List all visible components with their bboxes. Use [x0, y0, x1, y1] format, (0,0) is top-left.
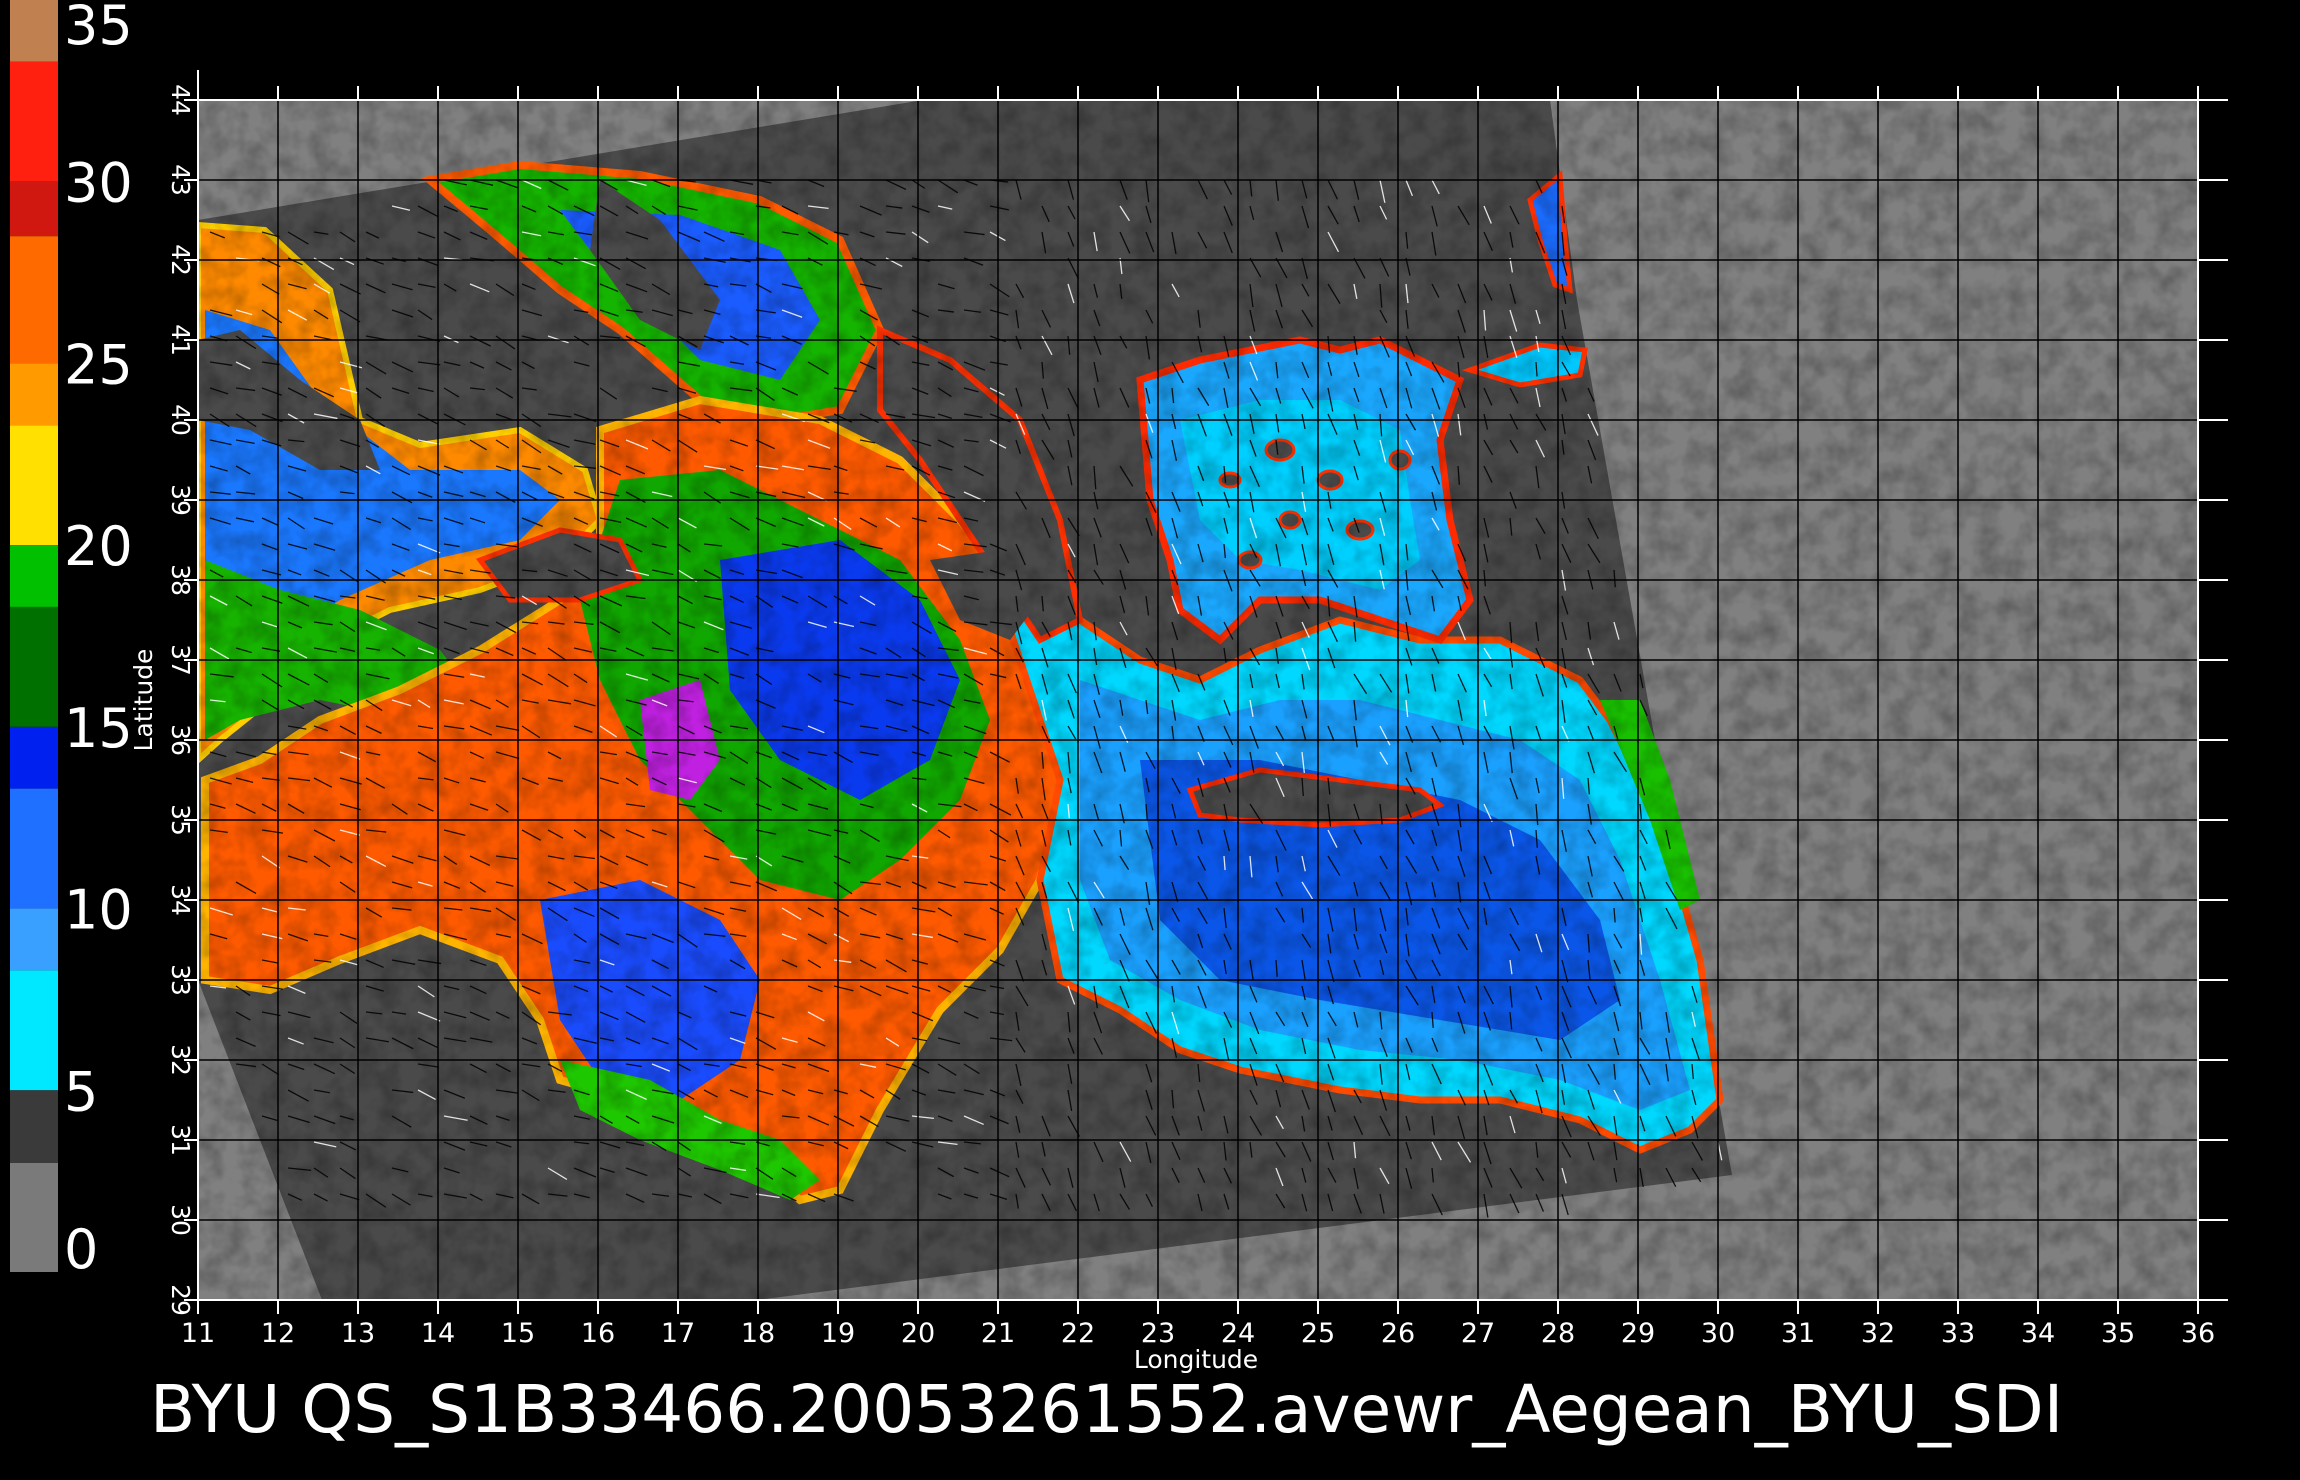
- lat-tick-label: 34: [166, 884, 195, 916]
- colorbar-segment: [10, 1090, 58, 1163]
- colorbar-segment: [10, 181, 58, 237]
- colorbar-segment: [10, 425, 58, 546]
- sea-texture: [198, 100, 2198, 1300]
- lat-tick-label: 33: [166, 964, 195, 996]
- colorbar-segment: [10, 908, 58, 971]
- lat-tick-label: 36: [166, 724, 195, 756]
- lon-tick-label: 25: [1301, 1318, 1335, 1349]
- lat-tick-label: 40: [166, 404, 195, 436]
- lon-tick-label: 28: [1541, 1318, 1575, 1349]
- lon-tick-label: 31: [1781, 1318, 1815, 1349]
- colorbar-label: 25: [64, 333, 133, 396]
- lat-tick-label: 44: [166, 84, 195, 116]
- wind-speed-map-figure: 35 30 25 20 15 10 5 0 11 12 13 14 15 16 17 18 1…: [10, 0, 2228, 1448]
- colorbar-segment: [10, 363, 58, 426]
- lat-tick-label: 35: [166, 804, 195, 836]
- lat-tick-label: 43: [166, 164, 195, 196]
- wind-speed-colorbar: 35 30 25 20 15 10 5 0: [10, 0, 133, 1281]
- lon-tick-label: 21: [981, 1318, 1015, 1349]
- colorbar-segment: [10, 606, 58, 727]
- lon-tick-label: 30: [1701, 1318, 1735, 1349]
- lon-tick-label: 16: [581, 1318, 615, 1349]
- lat-tick-label: 37: [166, 644, 195, 676]
- colorbar-segment: [10, 61, 58, 182]
- lat-tick-label: 42: [166, 244, 195, 276]
- colorbar-segment: [10, 788, 58, 909]
- colorbar-segment: [10, 236, 58, 364]
- x-axis-title: Longitude: [1134, 1345, 1258, 1374]
- y-axis-title: Latitude: [129, 649, 158, 752]
- lon-tick-label: 34: [2021, 1318, 2055, 1349]
- lon-tick-label: 29: [1621, 1318, 1655, 1349]
- colorbar-label: 10: [64, 879, 133, 942]
- lon-tick-label: 32: [1861, 1318, 1895, 1349]
- lat-tick-label: 41: [166, 324, 195, 356]
- colorbar-label: 5: [64, 1060, 98, 1123]
- map-panel: [198, 100, 2198, 1300]
- lon-tick-label: 11: [181, 1318, 215, 1349]
- lon-tick-label: 19: [821, 1318, 855, 1349]
- lon-tick-label: 33: [1941, 1318, 1975, 1349]
- lon-tick-label: 36: [2181, 1318, 2215, 1349]
- colorbar-segment: [10, 545, 58, 607]
- colorbar-label: 35: [64, 0, 133, 57]
- colorbar-segment: [10, 1162, 58, 1272]
- colorbar-label: 15: [64, 697, 133, 760]
- lon-tick-label: 20: [901, 1318, 935, 1349]
- lon-tick-label: 15: [501, 1318, 535, 1349]
- latitude-tick-labels: 29 30 31 32 33 34 35 36 37 38 39 40 41 42 43 44: [166, 84, 195, 1316]
- lon-tick-label: 14: [421, 1318, 455, 1349]
- product-caption: BYU QS_S1B33466.20053261552.avewr_Aegean…: [150, 1371, 2063, 1448]
- lat-tick-label: 31: [166, 1124, 195, 1156]
- lon-tick-label: 13: [341, 1318, 375, 1349]
- colorbar-segment: [10, 726, 58, 789]
- lon-tick-label: 17: [661, 1318, 695, 1349]
- colorbar-label: 30: [64, 152, 133, 215]
- lon-tick-label: 18: [741, 1318, 775, 1349]
- lon-tick-label: 12: [261, 1318, 295, 1349]
- lon-tick-label: 26: [1381, 1318, 1415, 1349]
- lat-tick-label: 29: [166, 1284, 195, 1316]
- lat-tick-label: 39: [166, 484, 195, 516]
- colorbar-label: 20: [64, 515, 133, 578]
- lat-tick-label: 32: [166, 1044, 195, 1076]
- lat-tick-label: 38: [166, 564, 195, 596]
- lon-tick-label: 27: [1461, 1318, 1495, 1349]
- colorbar-segment: [10, 0, 58, 62]
- colorbar-segment: [10, 970, 58, 1091]
- colorbar-label: 0: [64, 1218, 98, 1281]
- lat-tick-label: 30: [166, 1204, 195, 1236]
- lon-tick-label: 35: [2101, 1318, 2135, 1349]
- lon-tick-label: 22: [1061, 1318, 1095, 1349]
